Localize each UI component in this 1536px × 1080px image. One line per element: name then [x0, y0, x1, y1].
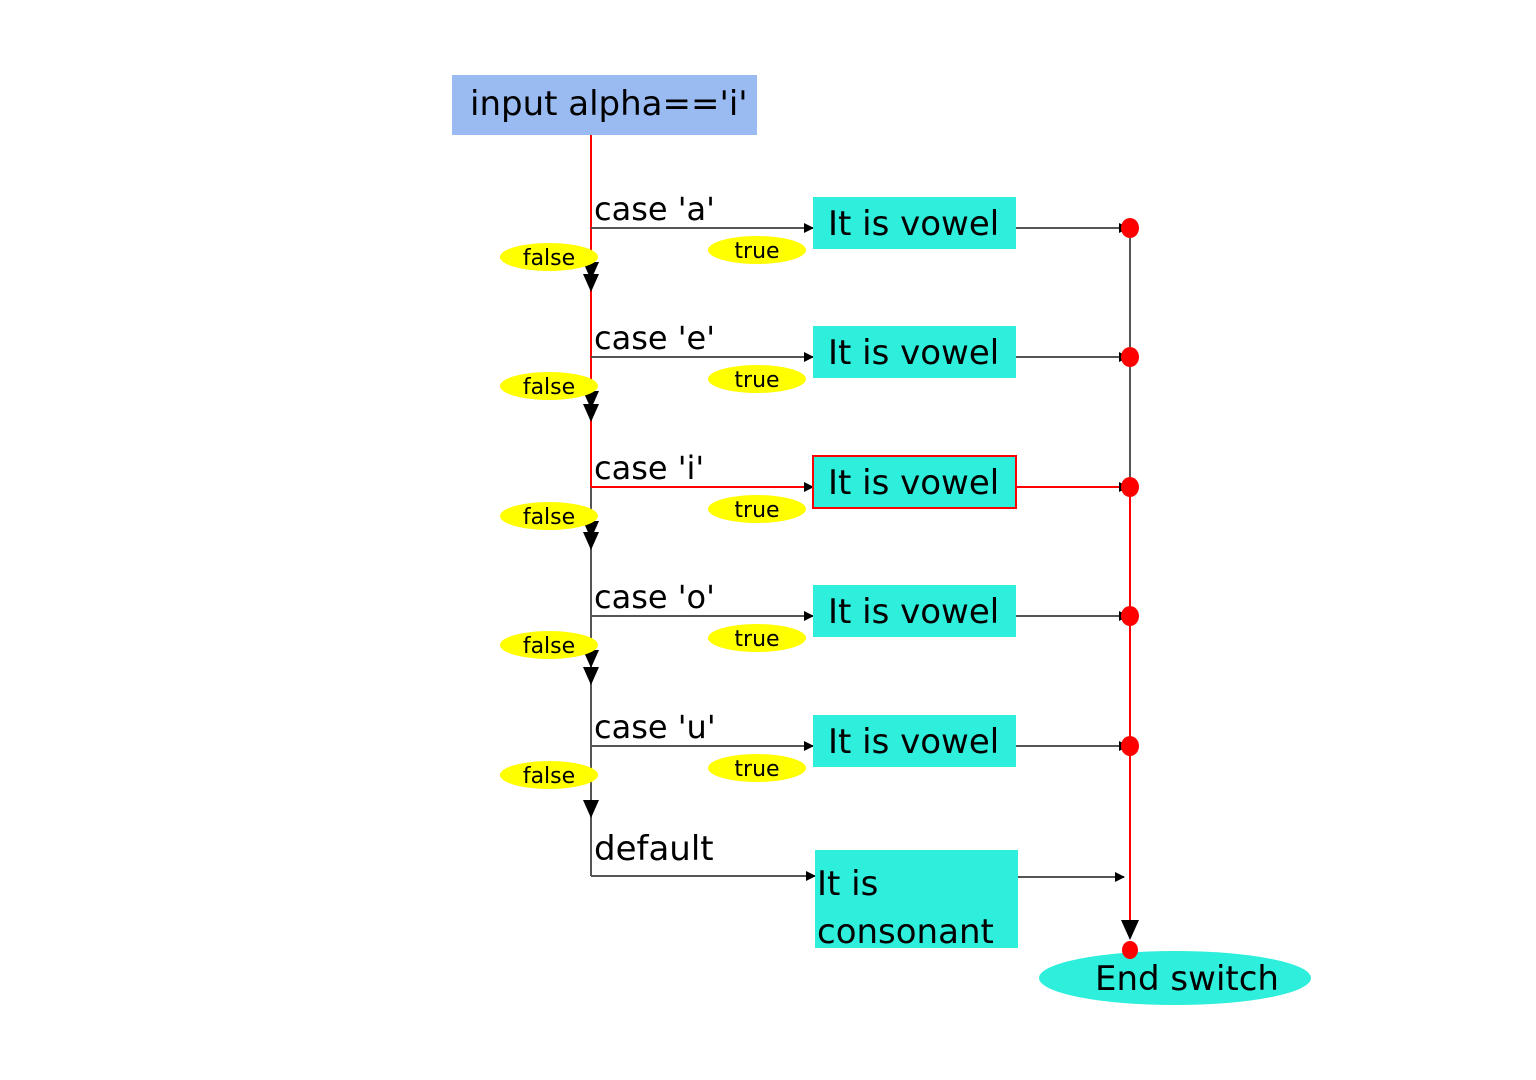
end-node-label: End switch: [1095, 959, 1279, 999]
default-action-line1: It is: [817, 864, 878, 904]
false-badge-label: false: [523, 634, 575, 659]
case-row-4: case 'u' false true It is vowel: [500, 708, 1129, 789]
action-label: It is vowel: [828, 333, 999, 373]
case-label: case 'o': [594, 578, 715, 616]
false-badge-label: false: [523, 246, 575, 271]
junction-dot: [1121, 477, 1139, 497]
false-badge-label: false: [523, 764, 575, 789]
default-row: default It is consonant: [591, 829, 1125, 952]
down-arrow-icon: [583, 274, 599, 292]
end-connector: [1121, 920, 1139, 959]
junction-dot: [1122, 941, 1138, 959]
junction-dot: [1121, 606, 1139, 626]
switch-flowchart: input alpha=='i' case 'a' false true It is …: [452, 75, 1311, 1005]
condition-spine: [583, 135, 599, 876]
true-badge-label: true: [734, 368, 779, 393]
false-badge-label: false: [523, 375, 575, 400]
down-arrow-icon: [583, 667, 599, 685]
true-badge-label: true: [734, 757, 779, 782]
case-label: case 'a': [594, 190, 715, 228]
down-arrow-icon: [583, 404, 599, 422]
default-label: default: [594, 829, 714, 869]
down-arrow-icon: [583, 800, 599, 818]
true-badge-label: true: [734, 627, 779, 652]
case-row-1: case 'e' false true It is vowel: [500, 319, 1129, 400]
junction-dot: [1121, 218, 1139, 238]
junction-dot: [1121, 736, 1139, 756]
case-label: case 'u': [594, 708, 716, 746]
action-label: It is vowel: [828, 204, 999, 244]
down-arrow-icon: [583, 532, 599, 550]
action-label: It is vowel: [828, 722, 999, 762]
end-node: End switch: [1039, 951, 1311, 1005]
false-badge-label: false: [523, 505, 575, 530]
action-label: It is vowel: [828, 592, 999, 632]
junction-dot: [1121, 347, 1139, 367]
case-label: case 'e': [594, 319, 715, 357]
default-action-line2: consonant: [817, 912, 994, 952]
merge-spine: [1121, 218, 1139, 932]
true-badge-label: true: [734, 498, 779, 523]
case-row-3: case 'o' false true It is vowel: [500, 578, 1129, 659]
true-badge-label: true: [734, 239, 779, 264]
start-node-label: input alpha=='i': [470, 84, 748, 124]
start-node: input alpha=='i': [452, 75, 757, 135]
case-row-0: case 'a' false true It is vowel: [500, 190, 1129, 271]
down-arrow-icon: [1121, 920, 1139, 940]
case-label: case 'i': [594, 449, 704, 487]
case-row-2: case 'i' false true It is vowel: [500, 449, 1129, 530]
action-label: It is vowel: [828, 463, 999, 503]
